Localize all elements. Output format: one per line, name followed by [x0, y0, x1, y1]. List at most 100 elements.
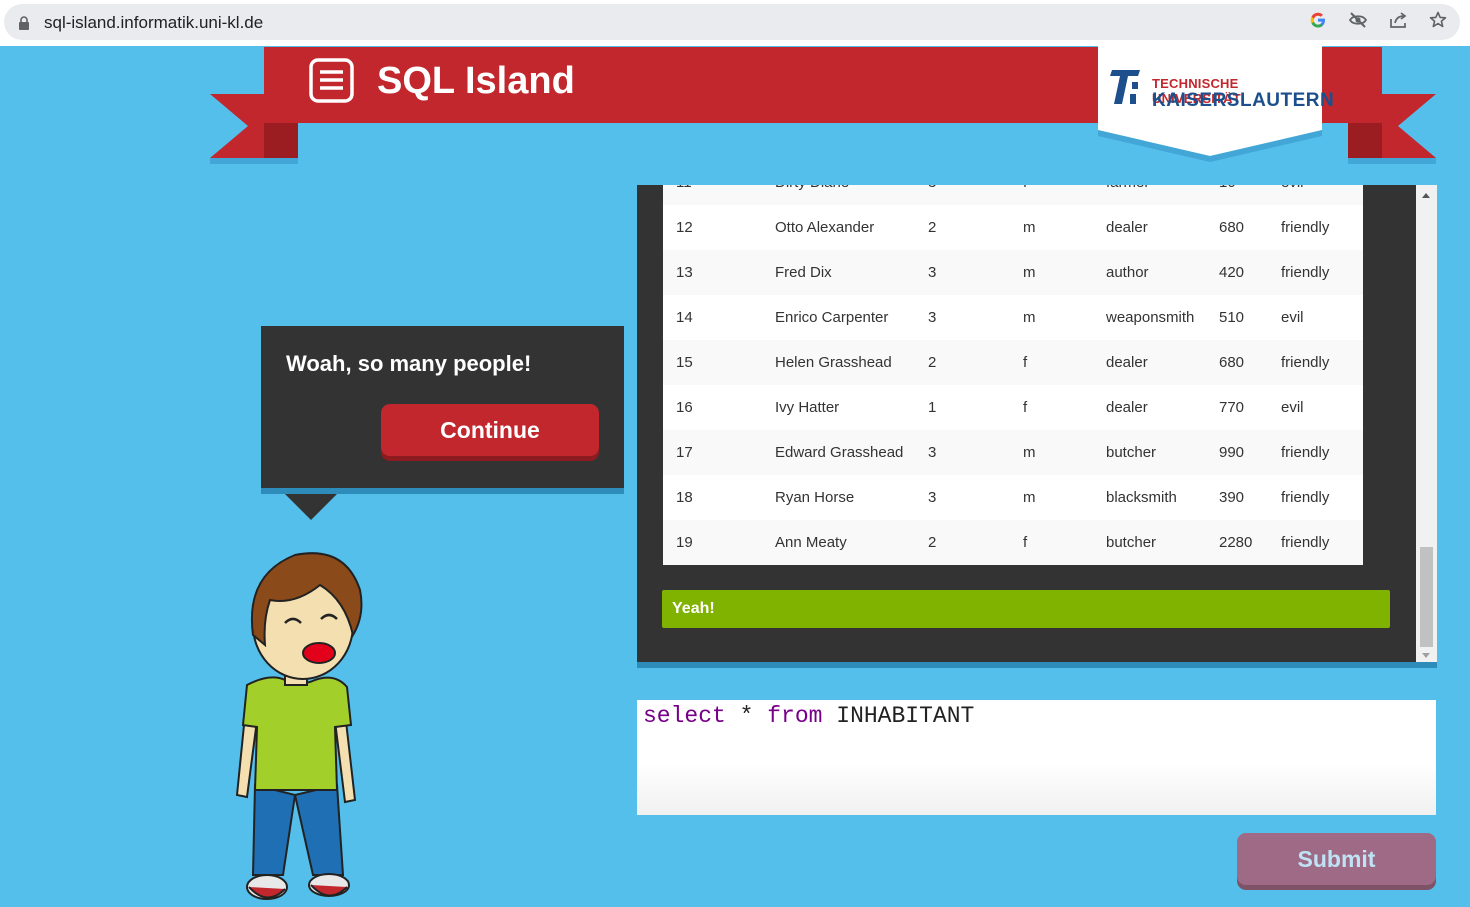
google-icon[interactable] — [1308, 10, 1328, 30]
table-row: 19 Ann Meaty 2 f butcher 2280 friendly — [663, 520, 1363, 565]
url-text[interactable]: sql-island.informatik.uni-kl.de — [44, 13, 263, 33]
cell-personid: 13 — [663, 250, 762, 295]
cell-state: evil — [1268, 185, 1363, 205]
cell-name: Dirty Diane — [762, 185, 915, 205]
university-logo: TECHNISCHE UNIVERSITÄT KAISERSLAUTERN — [1098, 46, 1334, 130]
success-message: Yeah! — [672, 600, 715, 617]
cell-villageid: 3 — [915, 430, 1010, 475]
cell-personid: 15 — [663, 340, 762, 385]
star-icon[interactable] — [1428, 10, 1448, 30]
cell-gender: m — [1010, 295, 1093, 340]
cell-gold: 420 — [1206, 250, 1268, 295]
cell-name: Helen Grasshead — [762, 340, 915, 385]
cell-job: dealer — [1093, 340, 1206, 385]
submit-button[interactable]: Submit — [1237, 833, 1436, 885]
cell-name: Fred Dix — [762, 250, 915, 295]
cell-state: evil — [1268, 295, 1363, 340]
cell-job: butcher — [1093, 520, 1206, 565]
cell-state: friendly — [1268, 520, 1363, 565]
sql-query-editor[interactable]: select * from INHABITANT — [637, 700, 1436, 815]
continue-button[interactable]: Continue — [381, 404, 599, 456]
scroll-down-arrow-icon[interactable] — [1422, 653, 1430, 658]
cell-gold: 770 — [1206, 385, 1268, 430]
sql-star: * — [725, 703, 768, 729]
cell-gender: f — [1010, 185, 1093, 205]
cell-gold: 10 — [1206, 185, 1268, 205]
cell-personid: 14 — [663, 295, 762, 340]
cell-villageid: 2 — [915, 205, 1010, 250]
cell-gold: 680 — [1206, 340, 1268, 385]
table-row: 17 Edward Grasshead 3 m butcher 990 frie… — [663, 430, 1363, 475]
cell-name: Ivy Hatter — [762, 385, 915, 430]
result-table-container[interactable]: 11 Dirty Diane 3 f farmer 10 evil 12 Ott… — [663, 185, 1363, 565]
tu-logo-icon — [1110, 70, 1140, 104]
cell-state: friendly — [1268, 205, 1363, 250]
cell-state: friendly — [1268, 340, 1363, 385]
table-row: 18 Ryan Horse 3 m blacksmith 390 friendl… — [663, 475, 1363, 520]
cell-gender: m — [1010, 250, 1093, 295]
cell-state: friendly — [1268, 250, 1363, 295]
cell-name: Otto Alexander — [762, 205, 915, 250]
cell-job: farmer — [1093, 185, 1206, 205]
cell-personid: 19 — [663, 520, 762, 565]
share-icon[interactable] — [1388, 10, 1408, 30]
cell-gender: m — [1010, 475, 1093, 520]
app-title: SQL Island — [377, 60, 575, 102]
cell-job: weaponsmith — [1093, 295, 1206, 340]
sql-table-name: INHABITANT — [822, 703, 975, 729]
cell-state: friendly — [1268, 430, 1363, 475]
query-result-panel: 11 Dirty Diane 3 f farmer 10 evil 12 Ott… — [637, 185, 1437, 668]
table-row: 16 Ivy Hatter 1 f dealer 770 evil — [663, 385, 1363, 430]
cell-gender: f — [1010, 340, 1093, 385]
result-scrollbar[interactable] — [1416, 185, 1437, 662]
cell-villageid: 3 — [915, 475, 1010, 520]
cell-job: butcher — [1093, 430, 1206, 475]
cell-villageid: 2 — [915, 520, 1010, 565]
cell-state: evil — [1268, 385, 1363, 430]
cell-gender: f — [1010, 385, 1093, 430]
table-row: 15 Helen Grasshead 2 f dealer 680 friend… — [663, 340, 1363, 385]
sql-keyword-select: select — [643, 703, 726, 729]
character-illustration — [235, 552, 363, 900]
cell-gold: 2280 — [1206, 520, 1268, 565]
cell-name: Ryan Horse — [762, 475, 915, 520]
cell-personid: 11 — [663, 185, 762, 205]
logo-line-2: KAISERSLAUTERN — [1152, 90, 1335, 111]
scroll-thumb[interactable] — [1420, 547, 1433, 647]
cell-villageid: 1 — [915, 385, 1010, 430]
cell-villageid: 3 — [915, 185, 1010, 205]
cell-gold: 990 — [1206, 430, 1268, 475]
eye-off-icon[interactable] — [1348, 10, 1368, 30]
address-bar[interactable]: sql-island.informatik.uni-kl.de — [4, 4, 1460, 40]
cell-personid: 18 — [663, 475, 762, 520]
cell-gender: m — [1010, 430, 1093, 475]
cell-name: Edward Grasshead — [762, 430, 915, 475]
cell-personid: 16 — [663, 385, 762, 430]
cell-villageid: 2 — [915, 340, 1010, 385]
menu-icon[interactable] — [309, 58, 354, 103]
cell-job: dealer — [1093, 385, 1206, 430]
table-row: 14 Enrico Carpenter 3 m weaponsmith 510 … — [663, 295, 1363, 340]
cell-villageid: 3 — [915, 295, 1010, 340]
success-message-bar: Yeah! — [662, 590, 1390, 628]
table-row: 13 Fred Dix 3 m author 420 friendly — [663, 250, 1363, 295]
cell-gold: 680 — [1206, 205, 1268, 250]
header-banner: SQL Island TECHNISCHE UNIVERSITÄT KAISER… — [0, 46, 1470, 176]
browser-toolbar: sql-island.informatik.uni-kl.de — [0, 0, 1470, 46]
cell-gender: f — [1010, 520, 1093, 565]
cell-personid: 12 — [663, 205, 762, 250]
cell-gold: 390 — [1206, 475, 1268, 520]
sql-keyword-from: from — [767, 703, 823, 729]
cell-job: blacksmith — [1093, 475, 1206, 520]
cell-gender: m — [1010, 205, 1093, 250]
cell-name: Enrico Carpenter — [762, 295, 915, 340]
cell-personid: 17 — [663, 430, 762, 475]
cell-job: author — [1093, 250, 1206, 295]
sql-query-line[interactable]: select * from INHABITANT — [643, 703, 974, 729]
result-table: 11 Dirty Diane 3 f farmer 10 evil 12 Ott… — [663, 185, 1363, 565]
cell-gold: 510 — [1206, 295, 1268, 340]
table-row: 11 Dirty Diane 3 f farmer 10 evil — [663, 185, 1363, 205]
lock-icon[interactable] — [18, 16, 30, 30]
scroll-up-arrow-icon[interactable] — [1422, 193, 1430, 198]
dialog-message: Woah, so many people! — [286, 351, 532, 376]
